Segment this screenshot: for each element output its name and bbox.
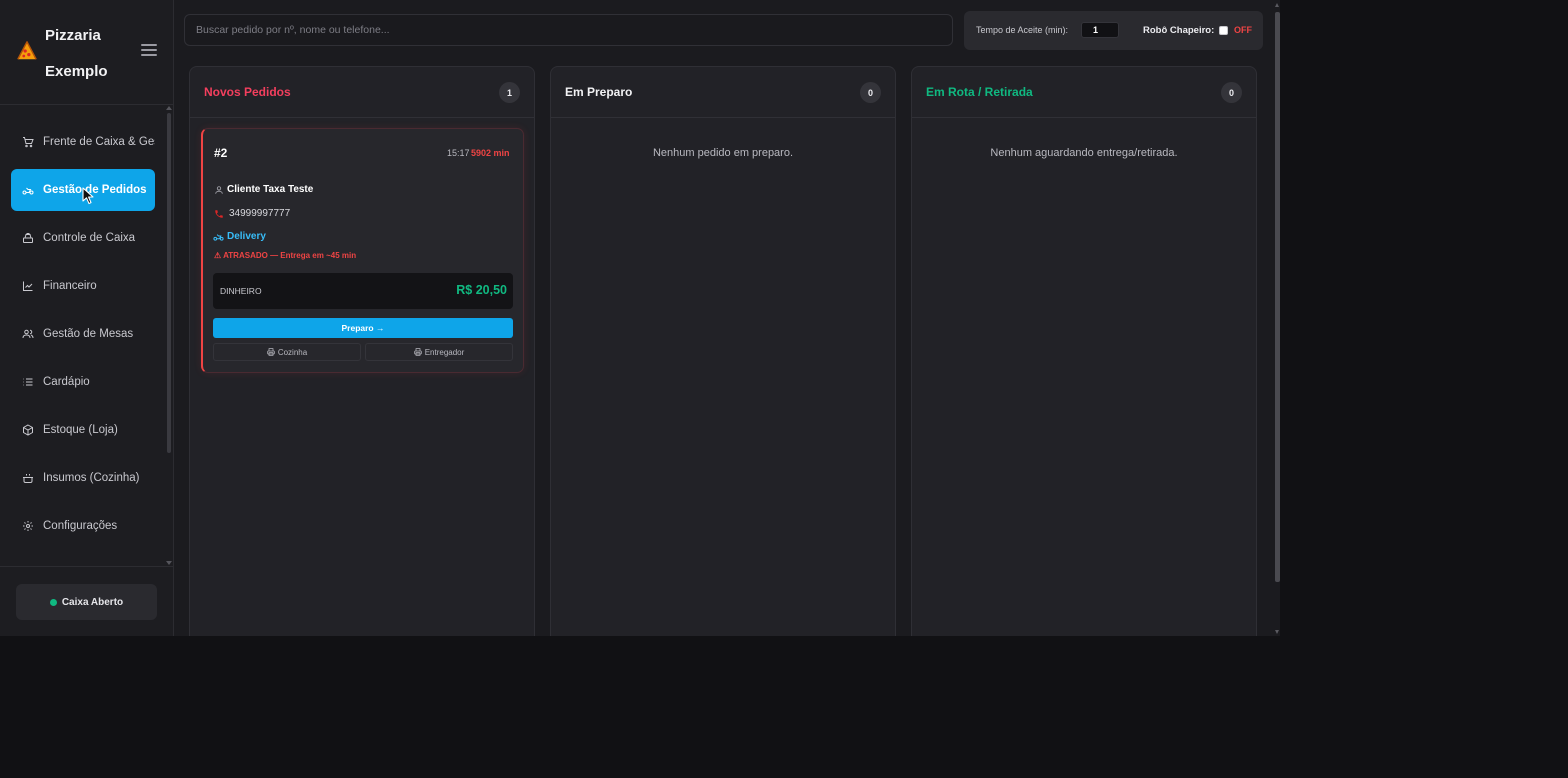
printer-icon — [414, 348, 422, 356]
payment-method: DINHEIRO — [220, 286, 262, 296]
order-customer: Cliente Taxa Teste — [214, 184, 313, 195]
brand-name: Pizzaria Exemplo — [45, 27, 108, 80]
customer-name: Cliente Taxa Teste — [227, 184, 314, 195]
box-icon — [22, 424, 34, 436]
sidebar-item-configuracoes[interactable]: Configurações — [11, 505, 155, 547]
sidebar-item-label: Gestão de Pedidos — [43, 184, 147, 196]
line-chart-icon — [22, 280, 34, 292]
accept-time-label: Tempo de Aceite (min): — [976, 25, 1069, 35]
order-controls-panel: Tempo de Aceite (min): Robô Chapeiro: OF… — [964, 11, 1263, 50]
column-em-rota-retirada: Em Rota / Retirada 0 Nenhum aguardando e… — [911, 66, 1257, 636]
column-empty-message: Nenhum aguardando entrega/retirada. — [990, 147, 1178, 159]
column-header: Em Preparo 0 — [551, 67, 895, 118]
order-number: #2 — [214, 146, 228, 160]
sidebar-item-label: Gestão de Mesas — [43, 328, 134, 340]
sidebar-scroll-down-arrow[interactable] — [166, 561, 172, 565]
robot-chapeiro-checkbox[interactable] — [1219, 26, 1228, 35]
page-scrollbar[interactable] — [1275, 12, 1280, 582]
column-header: Novos Pedidos 1 — [190, 67, 534, 118]
column-count-badge: 0 — [860, 82, 881, 103]
brand-header: Pizzaria Exemplo — [0, 0, 174, 105]
users-icon — [22, 328, 34, 340]
sidebar-item-label: Estoque (Loja) — [43, 424, 118, 436]
column-empty-message: Nenhum pedido em preparo. — [652, 147, 794, 159]
print-kitchen-button[interactable]: Cozinha — [213, 343, 361, 361]
order-phone: 34999997777 — [214, 208, 290, 219]
sidebar-item-estoque-loja[interactable]: Estoque (Loja) — [11, 409, 155, 451]
payment-summary: DINHEIRO R$ 20,50 — [213, 273, 513, 309]
sidebar-item-frente-de-caixa[interactable]: Frente de Caixa & Gestor — [11, 121, 155, 163]
robot-chapeiro-label: Robô Chapeiro: — [1143, 25, 1215, 36]
order-card[interactable]: #2 15:17 5902 min Cliente Taxa Teste 349… — [201, 128, 524, 373]
order-late-alert: ⚠ ATRASADO — Entrega em ~45 min — [214, 251, 356, 260]
sidebar-scrollbar[interactable] — [167, 113, 171, 453]
order-type: Delivery — [213, 231, 266, 242]
move-to-preparo-button[interactable]: Preparo → — [213, 318, 513, 338]
sidebar-item-insumos-cozinha[interactable]: Insumos (Cozinha) — [11, 457, 155, 499]
column-em-preparo: Em Preparo 0 Nenhum pedido em preparo. — [550, 66, 896, 636]
column-title: Em Preparo — [565, 85, 633, 99]
cash-status-label: Caixa Aberto — [61, 596, 124, 608]
column-count-badge: 1 — [499, 82, 520, 103]
order-elapsed: 5902 min — [471, 148, 510, 158]
motorcycle-icon — [213, 231, 224, 242]
cash-register-icon — [22, 232, 34, 244]
order-type-label: Delivery — [227, 231, 266, 242]
mouse-cursor-icon — [82, 187, 94, 205]
warning-icon: ⚠ — [214, 251, 224, 260]
accept-time-input[interactable] — [1081, 22, 1119, 38]
motorcycle-icon — [22, 184, 34, 196]
late-alert-text: ATRASADO — Entrega em ~45 min — [223, 251, 357, 260]
printer-icon — [267, 348, 275, 356]
sidebar-item-label: Financeiro — [43, 280, 97, 292]
sidebar-item-cardapio[interactable]: Cardápio — [11, 361, 155, 403]
order-total: R$ 20,50 — [456, 283, 507, 297]
column-title: Novos Pedidos — [204, 85, 291, 99]
column-count-badge: 0 — [1221, 82, 1242, 103]
phone-icon — [214, 209, 224, 219]
column-header: Em Rota / Retirada 0 — [912, 67, 1256, 118]
sidebar-item-gestao-de-mesas[interactable]: Gestão de Mesas — [11, 313, 155, 355]
sidebar-scroll-up-arrow[interactable] — [166, 106, 172, 110]
column-title: Em Rota / Retirada — [926, 85, 1033, 99]
order-time: 15:17 — [447, 148, 470, 158]
sidebar-item-label: Insumos (Cozinha) — [43, 472, 140, 484]
sidebar-item-label: Configurações — [43, 520, 118, 532]
sidebar-item-controle-de-caixa[interactable]: Controle de Caixa — [11, 217, 155, 259]
sidebar-item-financeiro[interactable]: Financeiro — [11, 265, 155, 307]
column-novos-pedidos: Novos Pedidos 1 #2 15:17 5902 min Client… — [189, 66, 535, 636]
phone-number: 34999997777 — [229, 208, 291, 219]
cart-icon — [22, 136, 34, 148]
sidebar-item-label: Controle de Caixa — [43, 232, 136, 244]
sidebar-footer: Caixa Aberto — [0, 566, 174, 636]
hamburger-menu-icon[interactable] — [141, 44, 157, 58]
robot-chapeiro-state: OFF — [1234, 25, 1252, 35]
cash-status-badge: Caixa Aberto — [16, 584, 157, 620]
gear-icon — [22, 520, 34, 532]
print-kitchen-label: Cozinha — [277, 347, 308, 357]
status-dot-icon — [49, 598, 57, 606]
sidebar-item-label: Cardápio — [43, 376, 90, 388]
print-courier-label: Entregador — [424, 347, 465, 357]
user-icon — [214, 185, 224, 195]
list-icon — [22, 376, 34, 388]
page-scroll-up-arrow[interactable] — [1275, 3, 1279, 7]
app-window: Pizzaria Exemplo Frente de Caixa & Gesto… — [0, 0, 1280, 636]
pizza-slice-icon — [17, 41, 37, 60]
sidebar: Pizzaria Exemplo Frente de Caixa & Gesto… — [0, 0, 174, 636]
cooking-pot-icon — [22, 472, 34, 484]
search-input[interactable] — [184, 14, 953, 46]
print-courier-button[interactable]: Entregador — [365, 343, 513, 361]
page-scroll-down-arrow[interactable] — [1275, 630, 1279, 634]
sidebar-item-label: Frente de Caixa & Gestor — [43, 136, 155, 148]
